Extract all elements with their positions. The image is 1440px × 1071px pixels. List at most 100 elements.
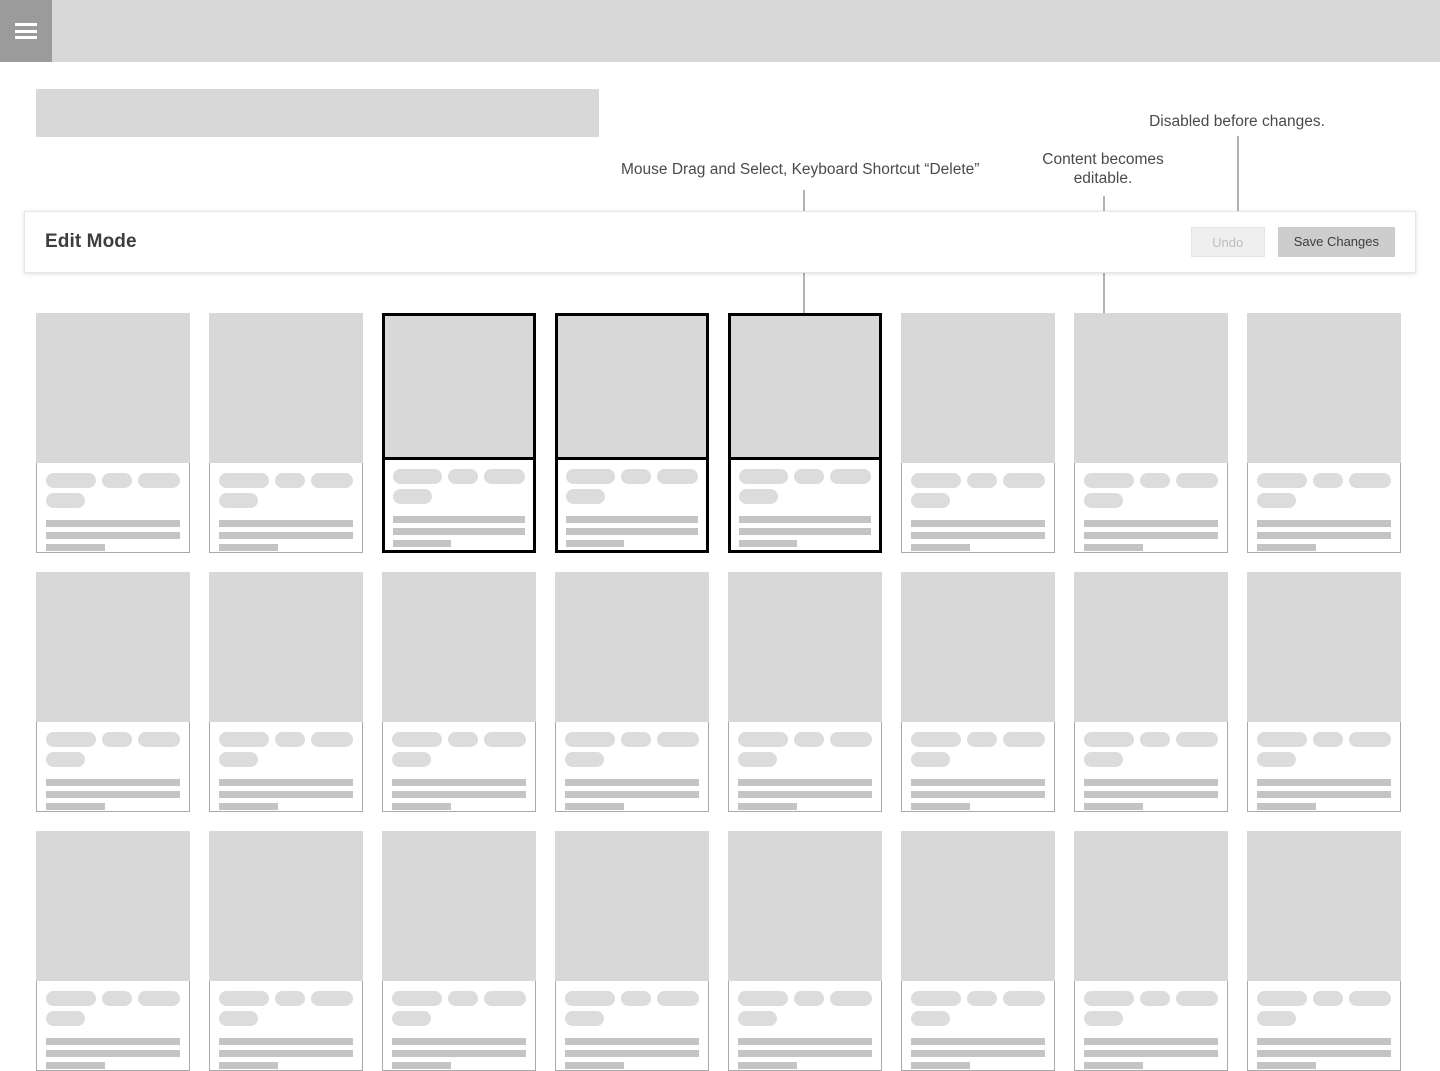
card-chip	[1176, 732, 1219, 747]
card-text-line	[566, 516, 698, 523]
card-text-line	[738, 1062, 797, 1069]
card-text-line	[738, 803, 797, 810]
card-body	[209, 722, 363, 812]
card-chip	[447, 732, 479, 747]
card[interactable]	[901, 572, 1055, 812]
card[interactable]	[209, 313, 363, 553]
card-text-lines	[1084, 1038, 1218, 1069]
card-image-placeholder	[555, 572, 709, 722]
card[interactable]	[1247, 831, 1401, 1071]
card-chip	[565, 752, 604, 767]
card-image-placeholder	[382, 572, 536, 722]
card-text-lines	[1257, 520, 1391, 551]
card-chip-row	[219, 473, 354, 488]
card[interactable]	[382, 831, 536, 1071]
card-chip	[1084, 732, 1134, 747]
card-chip	[392, 752, 431, 767]
card-chip	[101, 473, 133, 488]
card-chip	[274, 732, 306, 747]
card-image-placeholder	[1074, 313, 1228, 463]
card-text-line	[392, 779, 526, 786]
card-chip	[620, 991, 652, 1006]
card[interactable]	[382, 572, 536, 812]
card-chip-row	[1257, 473, 1392, 488]
card-chip	[219, 752, 258, 767]
card-chip	[739, 489, 778, 504]
card[interactable]	[728, 831, 882, 1071]
card-text-lines	[1257, 779, 1391, 810]
card[interactable]	[36, 313, 190, 553]
card-text-lines	[911, 779, 1045, 810]
card-chip	[484, 991, 527, 1006]
undo-button[interactable]: Undo	[1190, 227, 1265, 257]
card-chip-row	[46, 493, 180, 508]
card-chip	[46, 473, 96, 488]
card[interactable]	[36, 831, 190, 1071]
card-chip	[46, 493, 85, 508]
card-chip	[448, 469, 478, 484]
card-chip-row	[738, 752, 872, 767]
card-chip-row	[219, 752, 353, 767]
card-chip-row	[566, 489, 698, 504]
card-chip	[830, 991, 873, 1006]
card[interactable]	[209, 831, 363, 1071]
card[interactable]	[728, 572, 882, 812]
card[interactable]	[555, 831, 709, 1071]
card-chip-row	[219, 493, 353, 508]
card-text-lines	[393, 516, 525, 547]
card-text-line	[46, 803, 105, 810]
card-chip	[657, 732, 700, 747]
card-chip	[1257, 473, 1307, 488]
card-text-line	[46, 1038, 180, 1045]
card-text-line	[392, 803, 451, 810]
card-text-line	[46, 1050, 180, 1057]
card-text-lines	[911, 520, 1045, 551]
card-chip	[566, 489, 605, 504]
hamburger-menu-icon	[15, 23, 37, 39]
card-image-placeholder	[901, 313, 1055, 463]
card-text-line	[565, 1038, 699, 1045]
card-chip-row	[46, 991, 181, 1006]
card-chip	[311, 473, 354, 488]
annotation-editable-note: Content becomes editable.	[1042, 151, 1164, 187]
card-body	[382, 981, 536, 1071]
card-image-placeholder	[555, 831, 709, 981]
card-text-lines	[738, 1038, 872, 1069]
card-chip	[738, 991, 788, 1006]
card[interactable]	[1074, 831, 1228, 1071]
card-text-lines	[911, 1038, 1045, 1069]
card-selected[interactable]	[555, 313, 709, 553]
card-selected[interactable]	[382, 313, 536, 553]
card[interactable]	[901, 313, 1055, 553]
card[interactable]	[209, 572, 363, 812]
card-chip-row	[46, 473, 181, 488]
save-changes-button[interactable]: Save Changes	[1277, 227, 1395, 257]
card-body	[901, 463, 1055, 553]
card-text-line	[46, 1062, 105, 1069]
card-body	[1074, 722, 1228, 812]
page-title-placeholder	[36, 89, 599, 137]
card[interactable]	[1074, 572, 1228, 812]
menu-button[interactable]	[0, 0, 52, 62]
card-chip-row	[46, 732, 181, 747]
card-chip	[484, 732, 527, 747]
card[interactable]	[1247, 313, 1401, 553]
card-selected[interactable]	[728, 313, 882, 553]
card-text-lines	[46, 779, 180, 810]
card-text-line	[393, 516, 525, 523]
card-body	[209, 981, 363, 1071]
card-text-line	[565, 1050, 699, 1057]
card-chip	[1312, 991, 1344, 1006]
card-chip-row	[911, 732, 1046, 747]
edit-mode-title: Edit Mode	[45, 231, 137, 252]
card[interactable]	[901, 831, 1055, 1071]
card[interactable]	[1074, 313, 1228, 553]
card-text-lines	[565, 1038, 699, 1069]
card-image-placeholder	[385, 316, 533, 460]
card[interactable]	[1247, 572, 1401, 812]
card[interactable]	[36, 572, 190, 812]
card-text-lines	[739, 516, 871, 547]
card-chip	[738, 732, 788, 747]
card[interactable]	[555, 572, 709, 812]
card-chip	[657, 991, 700, 1006]
